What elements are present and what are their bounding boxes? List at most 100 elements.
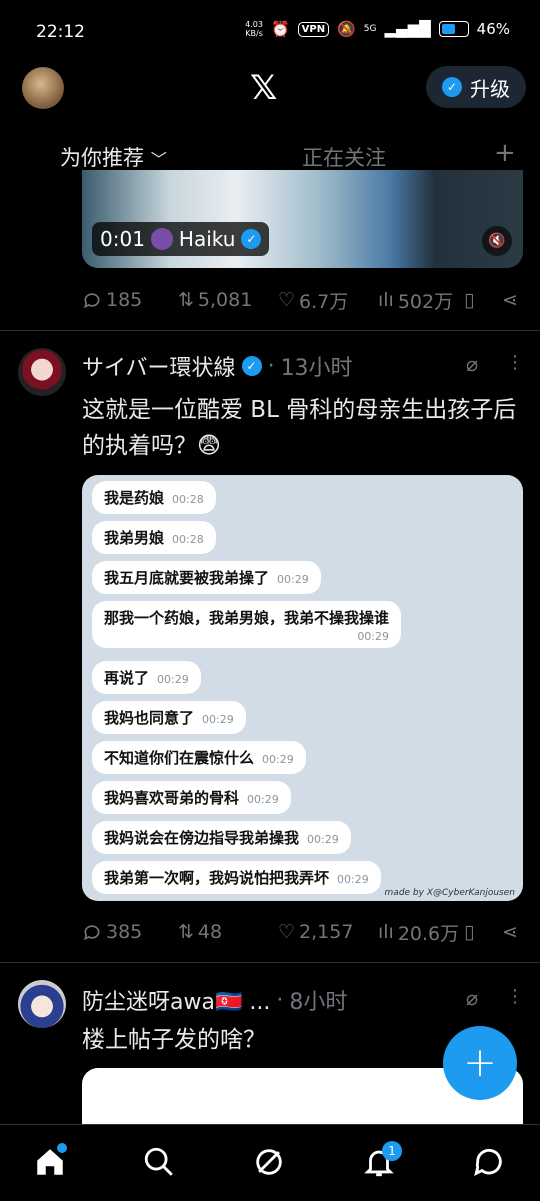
mute-icon[interactable]: 🔇 [482,226,512,256]
home-unread-dot [57,1143,67,1153]
share-icon[interactable]: ⋖ [502,921,518,943]
chat-message: 我妈也同意了 00:29 [92,701,246,734]
chat-message: 我是药娘 00:28 [92,481,216,514]
like-button[interactable]: ♡ 6.7万 [278,287,348,314]
chat-message: 我五月底就要被我弟操了 00:29 [92,561,321,594]
tab-following[interactable]: 正在关注 [302,142,386,172]
heart-icon: ♡ [278,289,296,311]
search-icon[interactable] [142,1145,176,1179]
author-name[interactable]: 防尘迷呀awa🇰🇵 ... [82,984,270,1016]
chat-message-time: 00:29 [202,713,234,726]
chat-message-text: 我弟第一次啊，我妈说怕把我弄坏 [104,869,330,887]
chat-message: 我妈喜欢哥弟的骨科 00:29 [92,781,291,814]
views-button[interactable]: ılı 20.6万 [378,919,459,946]
vpn-badge: VPN [297,21,330,37]
chat-message-text: 我弟男娘 [104,529,165,547]
reply-icon [84,925,100,941]
tweet-actions: 185 ⇅ 5,081 ♡ 6.7万 ılı 502万 ▯ ⋖ [82,287,522,314]
chat-message-text: 再说了 [104,669,150,687]
watermark: made by X@CyberKanjousen [384,888,515,898]
verified-icon: ✓ [241,356,262,376]
tweet-header: サイバー環状線 ✓ · 13小时 [82,350,353,382]
profile-avatar[interactable] [22,67,64,109]
tweet-author-avatar[interactable] [18,980,66,1028]
tweet-text: 这就是一位酷爱 BL 骨科的母亲生出孩子后的执着吗？😨 [82,397,517,459]
chat-message-time: 00:29 [262,753,294,766]
grok-icon[interactable]: ⌀ [466,986,478,1010]
x-logo-icon[interactable]: 𝕏 [250,68,277,108]
tweet-time: 8小时 [289,990,348,1015]
chat-message: 再说了 00:29 [92,661,201,694]
views-icon: ılı [378,289,394,311]
mute-status-icon: 🔕 [337,20,356,38]
chat-message-time: 00:28 [172,493,204,506]
signal-label: 5G [363,24,377,34]
reply-button[interactable]: 185 [82,289,142,311]
chat-message-time: 00:29 [307,833,339,846]
compose-button[interactable]: + [443,1026,517,1100]
share-icon[interactable]: ⋖ [502,289,518,311]
alarm-icon: ⏰ [270,20,290,38]
verified-icon: ✓ [442,77,462,97]
bottom-nav [0,1124,540,1201]
tweet-actions: 385 ⇅ 48 ♡ 2,157 ılı 20.6万 ▯ ⋖ [82,919,522,946]
chat-message: 不知道你们在震惊什么 00:29 [92,741,306,774]
bookmark-icon[interactable]: ▯ [464,921,474,943]
chat-screenshot-image[interactable]: 我是药娘 00:28 我弟男娘 00:28 我五月底就要被我弟操了 00:29 那我一个药娘… [82,475,523,901]
chat-message: 我弟第一次啊，我妈说怕把我弄坏 00:29 [92,861,381,894]
tweet-time: 13小时 [280,356,353,381]
chat-message: 我妈说会在傍边指导我弟操我 00:29 [92,821,351,854]
chat-message-text: 我妈也同意了 [104,709,195,727]
status-icons: 4.03 KB/s ⏰ VPN 🔕 5G ▂▄▆█ 46% [245,20,510,38]
like-button[interactable]: ♡ 2,157 [278,921,353,943]
status-bar: 22:12 4.03 KB/s ⏰ VPN 🔕 5G ▂▄▆█ 46% [0,0,540,60]
more-options-icon[interactable]: ⋮ [506,986,524,1007]
chat-message-time: 00:29 [157,673,189,686]
notifications-badge: 1 [382,1141,402,1161]
verified-icon: ✓ [241,229,262,249]
author-name[interactable]: サイバー環状線 [82,350,236,382]
views-icon: ılı [378,921,394,943]
channel-name: Haiku [178,227,236,251]
heart-icon: ♡ [278,921,296,943]
divider [0,330,540,331]
messages-icon[interactable] [472,1145,506,1179]
upgrade-button[interactable]: ✓ 升级 [426,66,526,108]
battery-percent: 46% [476,20,510,38]
chat-message: 那我一个药娘，我弟男娘，我弟不操我操谁 00:29 [92,601,402,648]
chat-message-text: 我妈说会在傍边指导我弟操我 [104,829,300,847]
tweet-author-avatar[interactable] [18,348,66,396]
chat-message-text: 我五月底就要被我弟操了 [104,569,270,587]
more-options-icon[interactable]: ⋮ [506,352,524,373]
grok-nav-icon[interactable] [252,1145,286,1179]
repost-button[interactable]: ⇅ 5,081 [178,289,252,311]
repost-button[interactable]: ⇅ 48 [178,921,222,943]
repost-icon: ⇅ [178,289,194,311]
repost-icon: ⇅ [178,921,194,943]
reply-icon [84,293,100,309]
grok-icon[interactable]: ⌀ [466,352,478,376]
net-speed: 4.03 KB/s [245,20,263,38]
upgrade-label: 升级 [470,76,510,101]
channel-avatar [150,228,173,250]
chat-message-time: 00:29 [357,630,390,643]
tweet-header: 防尘迷呀awa🇰🇵 ... · 8小时 [82,984,347,1016]
timeline-tabs: 为你推荐 ﹀ 正在关注 + [0,138,540,174]
clock: 22:12 [36,22,85,42]
video-duration: 0:01 [100,227,145,251]
reply-button[interactable]: 385 [82,921,142,943]
chat-message-time: 00:29 [277,573,309,586]
tab-for-you[interactable]: 为你推荐 ﹀ [60,142,167,172]
views-button[interactable]: ılı 502万 [378,287,453,314]
chat-message-time: 00:28 [172,533,204,546]
bookmark-icon[interactable]: ▯ [464,289,474,311]
chat-message: 我弟男娘 00:28 [92,521,216,554]
chat-message-text: 不知道你们在震惊什么 [104,749,255,767]
chat-message-time: 00:29 [337,873,369,886]
chat-message-time: 00:29 [247,793,279,806]
add-tab-icon[interactable]: + [494,138,516,168]
chat-message-text: 那我一个药娘，我弟男娘，我弟不操我操谁 [104,609,390,627]
tweet-text: 楼上帖子发的啥？ [82,1027,266,1053]
divider [0,962,540,963]
chevron-down-icon: ﹀ [150,150,167,169]
